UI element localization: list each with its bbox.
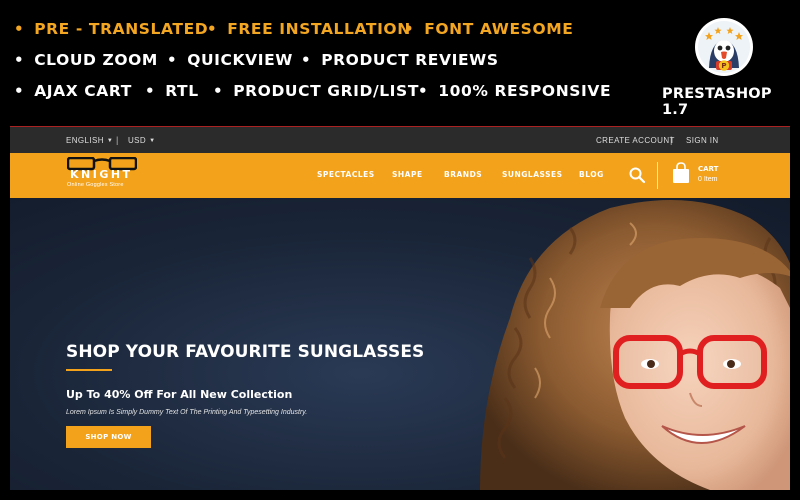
utility-bar: ENGLISH ▼ | USD ▼ CREATE ACCOUNT | SIGN … — [10, 126, 790, 153]
feature-item: • AJAX CART — [14, 82, 145, 100]
nav-item-shape[interactable]: SHAPE — [392, 170, 423, 179]
feature-label: CLOUD ZOOM — [34, 51, 158, 69]
hero-description: Lorem Ipsum Is Simply Dummy Text Of The … — [66, 409, 308, 416]
feature-item: • 100% RESPONSIVE — [418, 82, 611, 100]
bullet: • — [167, 51, 178, 69]
nav-item-brands[interactable]: BRANDS — [444, 170, 482, 179]
bullet: • — [207, 20, 218, 38]
caret-down-icon: ▼ — [106, 137, 114, 144]
feature-label: 100% RESPONSIVE — [438, 82, 612, 100]
logo-name: KNIGHT — [70, 168, 133, 181]
feature-label: QUICKVIEW — [187, 51, 293, 69]
hero-subtitle: Up To 40% Off For All New Collection — [66, 388, 293, 401]
logo-tagline: Online Goggles Store — [67, 182, 124, 188]
bullet: • — [213, 82, 224, 100]
sign-in-link[interactable]: SIGN IN — [686, 136, 719, 145]
feature-label: RTL — [165, 82, 199, 100]
bullet: • — [418, 82, 429, 100]
create-account-link[interactable]: CREATE ACCOUNT — [596, 136, 675, 145]
nav-item-sunglasses[interactable]: SUNGLASSES — [502, 170, 563, 179]
feature-label: AJAX CART — [34, 82, 132, 100]
prestashop-puffin-logo: P — [695, 18, 753, 76]
feature-item: • FONT AWESOME — [404, 20, 573, 38]
caret-down-icon: ▼ — [149, 137, 156, 144]
store-preview: ENGLISH ▼ | USD ▼ CREATE ACCOUNT | SIGN … — [10, 126, 790, 490]
cart-button[interactable]: CART 0 Item — [672, 162, 732, 189]
currency-label: USD — [128, 136, 147, 145]
store-logo[interactable]: KNIGHT Online Goggles Store — [65, 157, 145, 193]
divider: | — [670, 135, 673, 145]
bullet: • — [404, 20, 415, 38]
feature-item: • PRODUCT REVIEWS — [301, 51, 499, 69]
main-navbar: KNIGHT Online Goggles Store SPECTACLES S… — [10, 153, 790, 198]
shopping-bag-icon — [673, 162, 689, 183]
divider — [657, 162, 658, 189]
feature-label: PRODUCT GRID/LIST — [233, 82, 419, 100]
divider: | — [116, 135, 119, 145]
nav-item-blog[interactable]: BLOG — [579, 170, 604, 179]
feature-label: PRE - TRANSLATED — [34, 20, 209, 38]
feature-row-2: • CLOUD ZOOM • QUICKVIEW • PRODUCT REVIEWS — [14, 51, 499, 69]
svg-text:P: P — [721, 62, 726, 70]
hero-banner: SHOP YOUR FAVOURITE SUNGLASSES Up To 40%… — [10, 198, 790, 490]
feature-item: • FREE INSTALLATION — [207, 20, 410, 38]
bullet: • — [14, 51, 25, 69]
platform-version-label: PRESTASHOP 1.7 — [662, 86, 772, 118]
bullet: • — [14, 20, 25, 38]
feature-row-3: • AJAX CART • RTL • PRODUCT GRID/LIST • 100%… — [14, 82, 611, 100]
feature-item: • CLOUD ZOOM — [14, 51, 167, 69]
language-selector[interactable]: ENGLISH ▼ — [66, 136, 113, 145]
features-banner: • PRE - TRANSLATED • FREE INSTALLATION • FO… — [0, 0, 800, 125]
hero-divider — [66, 369, 112, 371]
feature-item: • PRE - TRANSLATED — [14, 20, 209, 38]
bullet: • — [14, 82, 25, 100]
feature-item: • RTL — [145, 82, 213, 100]
cart-count: 0 Item — [698, 176, 718, 183]
currency-selector[interactable]: USD ▼ — [128, 136, 155, 145]
feature-item: • PRODUCT GRID/LIST — [213, 82, 418, 100]
feature-item: • QUICKVIEW — [167, 51, 301, 69]
nav-item-spectacles[interactable]: SPECTACLES — [317, 170, 375, 179]
hero-title: SHOP YOUR FAVOURITE SUNGLASSES — [66, 342, 425, 362]
language-label: ENGLISH — [66, 136, 104, 145]
feature-label: FREE INSTALLATION — [227, 20, 411, 38]
feature-row-1: • PRE - TRANSLATED • FREE INSTALLATION • FO… — [14, 20, 573, 38]
feature-label: PRODUCT REVIEWS — [321, 51, 499, 69]
bullet: • — [145, 82, 156, 100]
search-icon[interactable] — [628, 166, 646, 184]
cart-label: CART — [698, 165, 719, 173]
bullet: • — [301, 51, 312, 69]
feature-label: FONT AWESOME — [424, 20, 574, 38]
shop-now-button[interactable]: SHOP NOW — [66, 426, 151, 448]
